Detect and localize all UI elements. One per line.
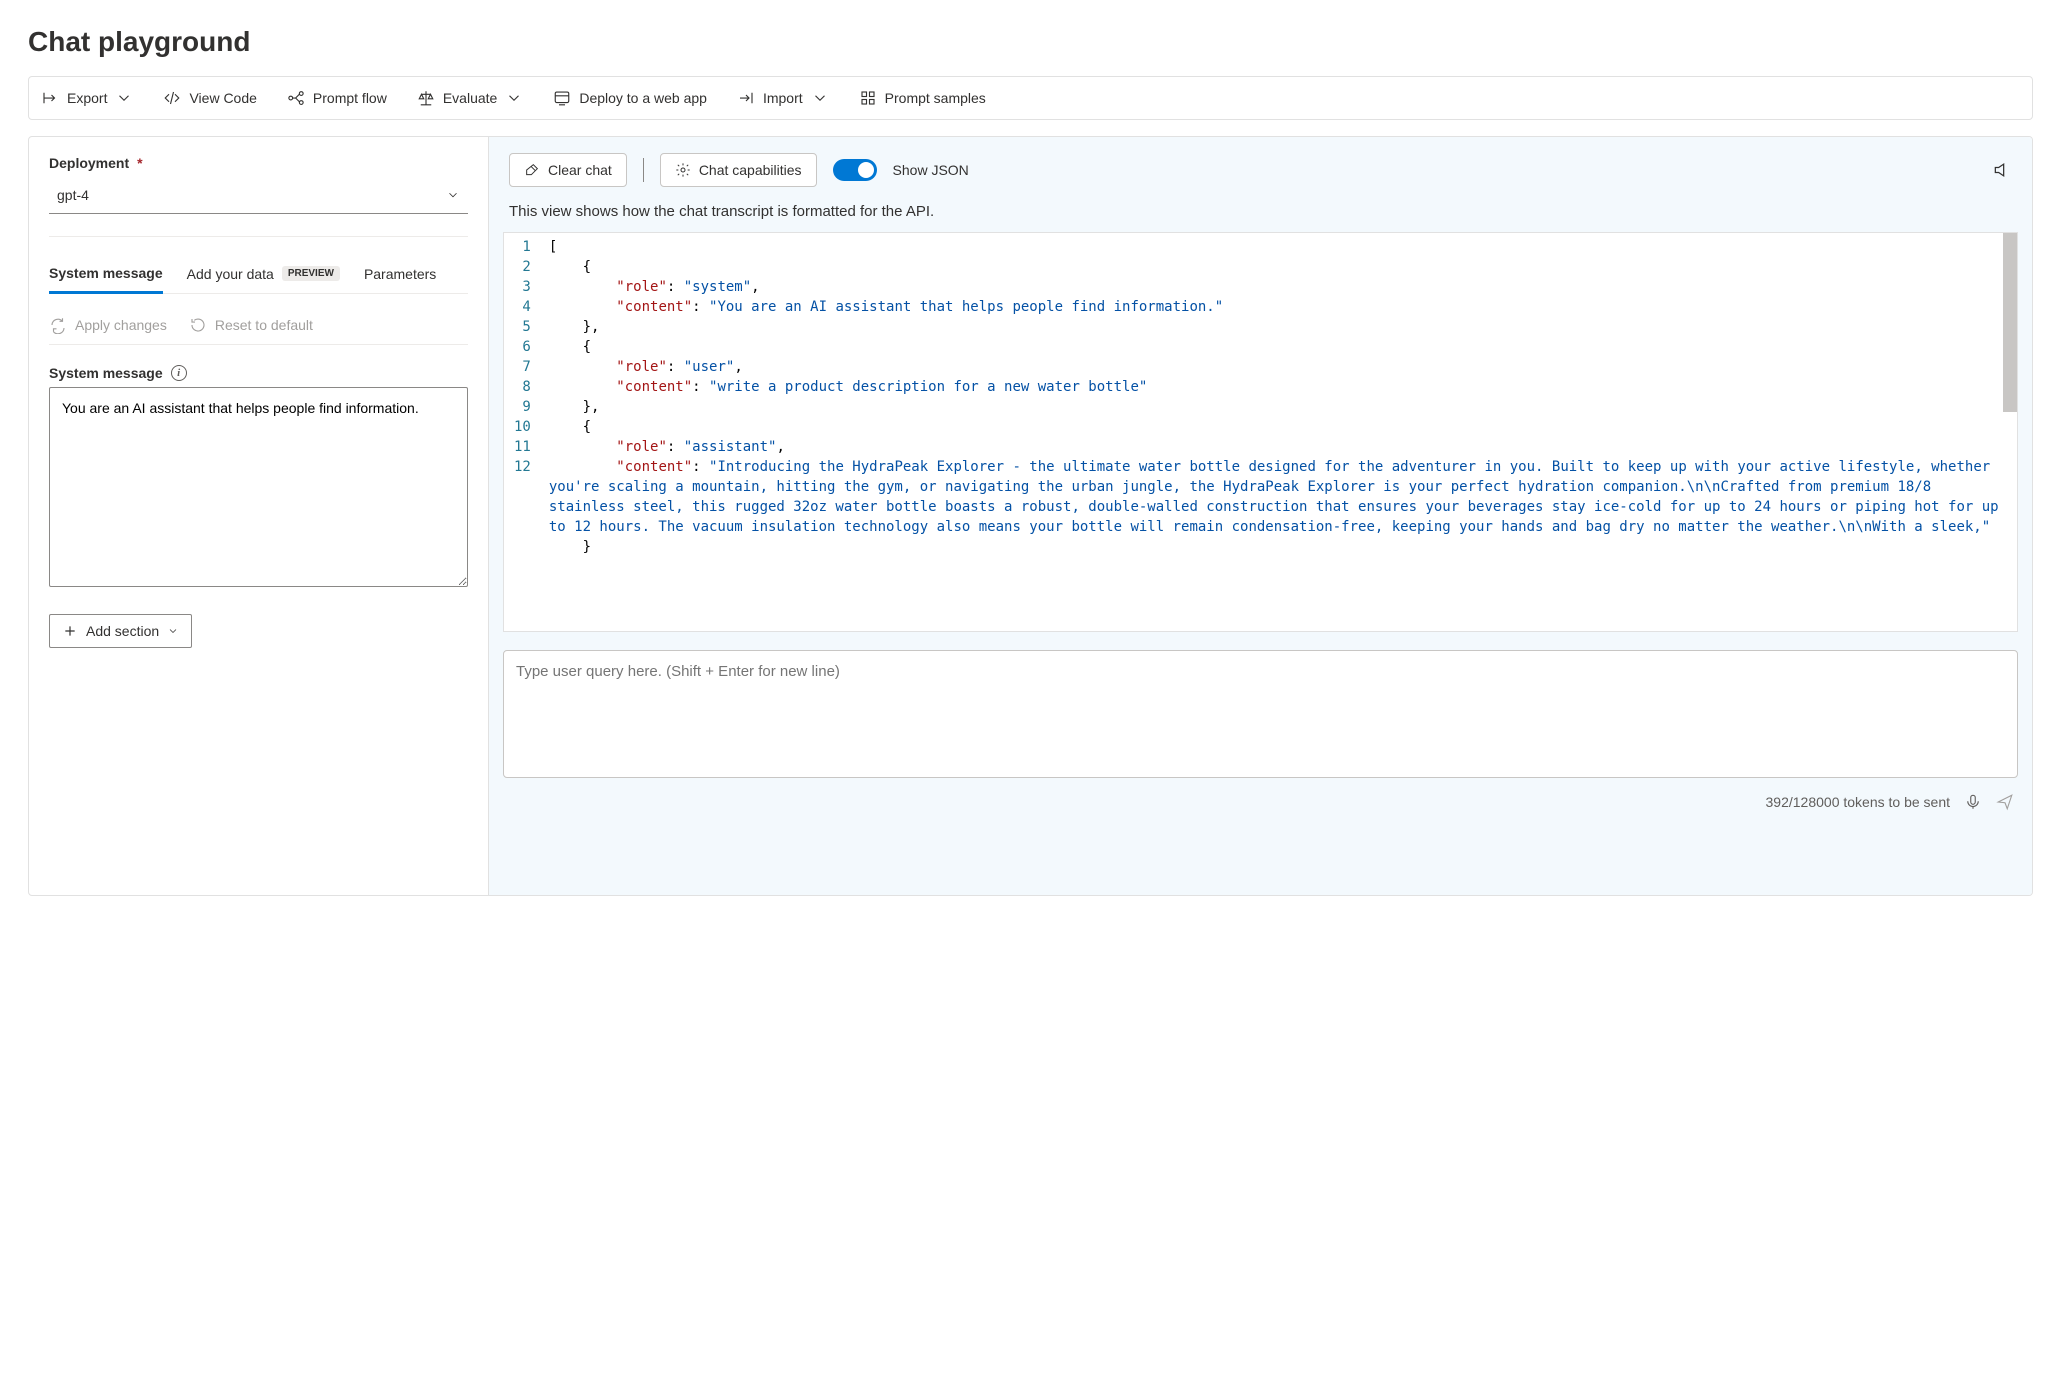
export-label: Export (67, 90, 107, 106)
plus-icon (62, 623, 78, 639)
deploy-button[interactable]: Deploy to a web app (551, 85, 709, 111)
info-icon[interactable]: i (171, 365, 187, 381)
add-section-button[interactable]: Add section (49, 614, 192, 648)
config-tabs: System message Add your data PREVIEW Par… (49, 263, 468, 294)
deployment-label: Deployment* (49, 155, 468, 171)
code-icon (163, 89, 181, 107)
speaker-icon[interactable] (1992, 160, 2012, 180)
prompt-flow-label: Prompt flow (313, 90, 387, 106)
config-panel: Deployment* gpt-4 System message Add you… (29, 137, 489, 895)
scrollbar[interactable] (2003, 233, 2017, 412)
tab-system-message[interactable]: System message (49, 263, 163, 294)
chat-input[interactable] (503, 650, 2018, 778)
token-count: 392/128000 tokens to be sent (1766, 794, 1950, 810)
import-icon (737, 89, 755, 107)
grid-icon (859, 89, 877, 107)
deployment-value: gpt-4 (57, 187, 89, 203)
prompt-samples-label: Prompt samples (885, 90, 986, 106)
system-message-input[interactable] (49, 387, 468, 587)
view-code-label: View Code (189, 90, 256, 106)
microphone-icon[interactable] (1964, 793, 1982, 811)
preview-badge: PREVIEW (282, 266, 340, 281)
export-icon (41, 89, 59, 107)
chevron-down-icon (505, 89, 523, 107)
deploy-label: Deploy to a web app (579, 90, 707, 106)
broom-icon (524, 162, 540, 178)
prompt-samples-button[interactable]: Prompt samples (857, 85, 988, 111)
gear-icon (675, 162, 691, 178)
line-gutter: 123456789101112 (504, 233, 541, 631)
show-json-label: Show JSON (893, 162, 969, 178)
separator (643, 158, 644, 182)
json-viewer: 123456789101112 [ { "role": "system", "c… (503, 232, 2018, 632)
tab-parameters[interactable]: Parameters (364, 263, 436, 293)
deployment-select[interactable]: gpt-4 (49, 177, 468, 214)
deploy-icon (553, 89, 571, 107)
system-message-label: System message i (49, 365, 468, 381)
chat-panel: Clear chat Chat capabilities Show JSON T… (489, 137, 2032, 895)
import-label: Import (763, 90, 803, 106)
chevron-down-icon (167, 625, 179, 637)
import-button[interactable]: Import (735, 85, 831, 111)
prompt-flow-button[interactable]: Prompt flow (285, 85, 389, 111)
json-code[interactable]: [ { "role": "system", "content": "You ar… (541, 233, 2017, 631)
reset-default-button: Reset to default (189, 316, 313, 334)
view-code-button[interactable]: View Code (161, 85, 258, 111)
apply-changes-button: Apply changes (49, 316, 167, 334)
view-description: This view shows how the chat transcript … (489, 203, 2032, 232)
tab-add-your-data[interactable]: Add your data PREVIEW (187, 263, 340, 293)
chevron-down-icon (811, 89, 829, 107)
page-title: Chat playground (28, 26, 2033, 58)
toolbar: Export View Code Prompt flow Evaluate De… (28, 76, 2033, 120)
export-button[interactable]: Export (39, 85, 135, 111)
clear-chat-button[interactable]: Clear chat (509, 153, 627, 187)
chevron-down-icon (115, 89, 133, 107)
sync-icon (49, 316, 67, 334)
chevron-down-icon (446, 188, 460, 202)
flow-icon (287, 89, 305, 107)
evaluate-label: Evaluate (443, 90, 497, 106)
chat-capabilities-button[interactable]: Chat capabilities (660, 153, 817, 187)
show-json-toggle[interactable] (833, 159, 877, 181)
send-icon[interactable] (1996, 793, 2014, 811)
undo-icon (189, 316, 207, 334)
evaluate-button[interactable]: Evaluate (415, 85, 525, 111)
scale-icon (417, 89, 435, 107)
